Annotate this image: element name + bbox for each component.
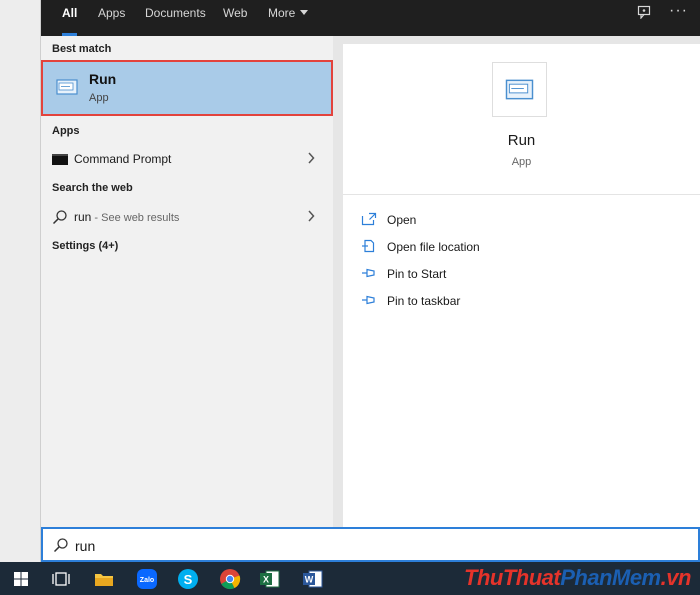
open-file-location-label: Open file location (387, 240, 480, 254)
results-panel: Best match Run App Apps Command Prompt S… (41, 36, 333, 527)
chevron-right-icon[interactable] (307, 152, 315, 164)
run-app-icon (56, 79, 78, 95)
chevron-right-icon[interactable] (307, 210, 315, 222)
tab-more[interactable]: More (268, 0, 309, 36)
detail-header: Run App (343, 44, 700, 195)
settings-heading[interactable]: Settings (4+) (52, 240, 118, 252)
detail-subtitle: App (511, 156, 532, 168)
detail-title: Run (507, 132, 536, 149)
desktop-background (0, 0, 41, 562)
svg-text:W: W (305, 575, 314, 585)
best-match-subtitle: App (89, 92, 109, 104)
search-icon (53, 538, 68, 553)
open-file-location-action[interactable]: Open file location (361, 236, 661, 258)
chrome-icon[interactable] (217, 566, 243, 592)
tab-all[interactable]: All (62, 0, 78, 36)
watermark: ThuThuatPhanMem.vn (464, 565, 691, 591)
detail-panel: Run App Open Open file location Pin to S… (343, 44, 700, 527)
tab-documents-label: Documents (145, 6, 206, 20)
search-box (41, 527, 700, 562)
pin-to-start-label: Pin to Start (387, 267, 447, 281)
detail-app-icon-box (492, 62, 547, 117)
command-prompt-icon (52, 154, 68, 165)
excel-icon[interactable]: X (257, 566, 283, 592)
word-icon[interactable]: W (300, 566, 326, 592)
web-search-label: run - See web results (74, 210, 179, 224)
search-web-heading: Search the web (52, 182, 133, 194)
skype-icon[interactable]: S (175, 566, 201, 592)
chevron-down-icon (300, 10, 309, 15)
best-match-heading: Best match (52, 43, 112, 55)
tab-apps[interactable]: Apps (98, 0, 125, 36)
windows-start-icon[interactable] (8, 566, 34, 592)
file-location-icon (362, 239, 375, 253)
svg-text:S: S (184, 572, 193, 587)
web-search-hint: - See web results (91, 212, 180, 224)
open-action[interactable]: Open (361, 209, 661, 231)
watermark-part2: PhanMem (560, 565, 661, 590)
task-view-icon[interactable] (48, 566, 74, 592)
search-filter-bar: All Apps Documents Web More ··· (41, 0, 700, 36)
pin-icon (362, 295, 375, 305)
best-match-title: Run (89, 71, 117, 87)
run-app-icon (505, 79, 534, 100)
search-input[interactable] (75, 535, 635, 557)
tab-web[interactable]: Web (223, 0, 247, 36)
watermark-part1: ThuThuat (464, 565, 561, 590)
open-label: Open (387, 213, 417, 227)
feedback-icon[interactable] (637, 5, 651, 19)
zalo-icon[interactable]: Zalo (134, 566, 160, 592)
file-explorer-icon[interactable] (91, 566, 117, 592)
best-match-item[interactable]: Run App (41, 60, 333, 116)
zalo-label: Zalo (140, 577, 154, 584)
tab-apps-label: Apps (98, 6, 126, 20)
open-icon (361, 212, 377, 226)
pin-to-taskbar-label: Pin to taskbar (387, 294, 461, 308)
svg-text:X: X (263, 575, 269, 585)
web-search-query: run (74, 210, 92, 224)
tab-all-label: All (62, 6, 78, 20)
pin-to-taskbar-action[interactable]: Pin to taskbar (361, 290, 661, 312)
tab-more-label: More (268, 6, 296, 20)
tab-documents[interactable]: Documents (145, 0, 206, 36)
apps-heading: Apps (52, 125, 80, 137)
more-options-icon[interactable]: ··· (669, 2, 688, 20)
tab-web-label: Web (223, 6, 248, 20)
command-prompt-label: Command Prompt (74, 152, 172, 166)
watermark-part3: .vn (660, 565, 692, 590)
list-item-web-search[interactable]: run - See web results (41, 204, 333, 230)
pin-icon (362, 268, 375, 278)
pin-to-start-action[interactable]: Pin to Start (361, 263, 661, 285)
search-icon (52, 210, 67, 225)
list-item-command-prompt[interactable]: Command Prompt (41, 146, 333, 172)
